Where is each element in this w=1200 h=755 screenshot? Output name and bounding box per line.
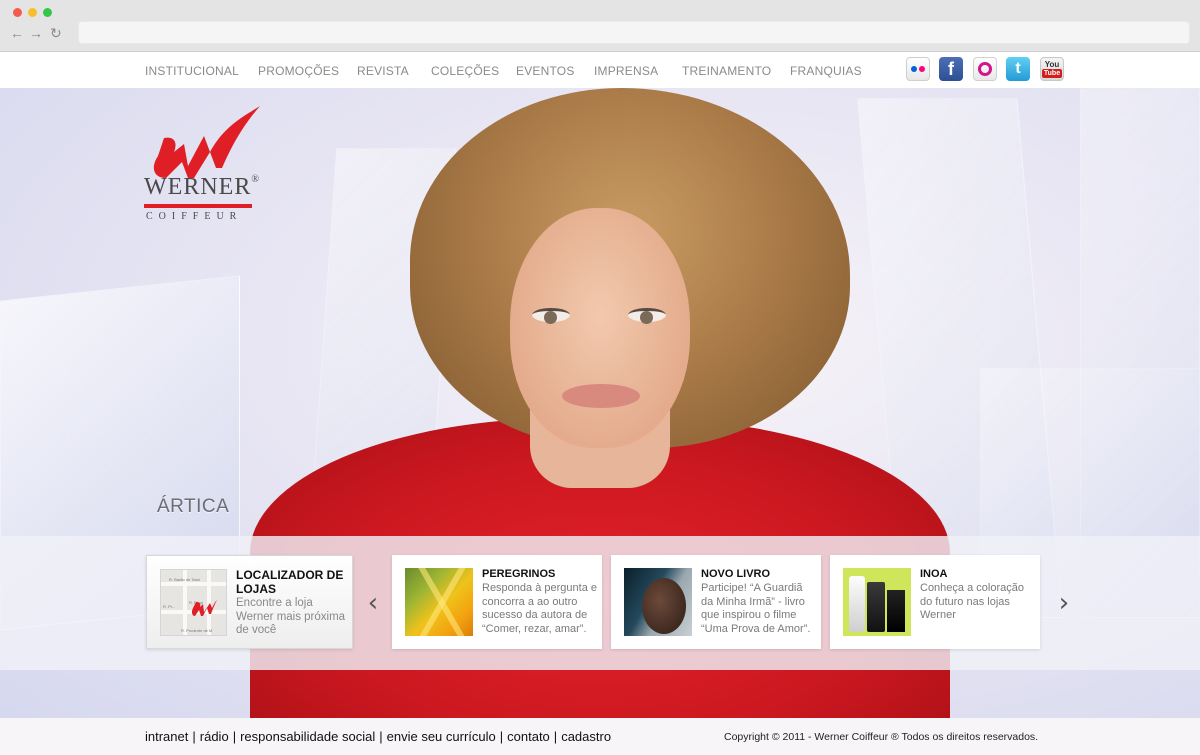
nav-item-eventos[interactable]: EVENTOS — [516, 64, 575, 78]
nav-item-imprensa[interactable]: IMPRENSA — [594, 64, 658, 78]
youtube-icon[interactable]: You Tube — [1040, 57, 1064, 81]
nav-item-franquias[interactable]: FRANQUIAS — [790, 64, 862, 78]
store-locator-card[interactable]: R. Barão de Tatuí R. Piauí R. Pr... R. P… — [146, 555, 353, 649]
registered-mark: ® — [251, 174, 260, 185]
close-window-icon[interactable] — [13, 8, 22, 17]
card-text: Participe! “A Guardiã da Minha Irmã” - l… — [701, 582, 811, 635]
inoa-product-thumbnail — [843, 568, 911, 636]
footer-separator: | — [499, 729, 504, 744]
footer-separator: | — [553, 729, 558, 744]
nav-item-revista[interactable]: REVISTA — [357, 64, 409, 78]
lips — [562, 384, 640, 408]
map-label: R. Prudente de M — [181, 628, 213, 633]
footer-separator: | — [379, 729, 383, 744]
footer-separator: | — [192, 729, 196, 744]
footer-link-cadastro[interactable]: cadastro — [561, 729, 611, 744]
promo-card-novo-livro[interactable]: NOVO LIVRO Participe! “A Guardiã da Minh… — [611, 555, 821, 649]
store-locator-text: Encontre a loja Werner mais próxima de v… — [236, 597, 346, 636]
thumbnail-decoration — [642, 578, 686, 634]
footer-separator: | — [232, 729, 237, 744]
nav-item-treinamento[interactable]: TREINAMENTO — [682, 64, 771, 78]
product-bottle — [867, 582, 885, 632]
card-title: PEREGRINOS — [482, 568, 556, 580]
footer-link-curriculo[interactable]: envie seu currículo — [387, 729, 496, 744]
store-locator-title: LOCALIZADOR DE LOJAS — [236, 568, 344, 596]
reload-icon[interactable]: ↻ — [50, 24, 62, 42]
card-text: Responda à pergunta e concorra a ao outr… — [482, 582, 597, 635]
card-title: NOVO LIVRO — [701, 568, 771, 580]
orkut-icon[interactable] — [973, 57, 997, 81]
right-eye — [628, 308, 666, 324]
left-eye — [532, 308, 570, 324]
nav-item-institucional[interactable]: INSTITUCIONAL — [145, 64, 239, 78]
map-label: R. Pr... — [163, 604, 176, 609]
map-label: R. Barão de Tatuí — [169, 577, 201, 582]
sunflower-thumbnail — [405, 568, 473, 636]
promo-card-peregrinos[interactable]: PEREGRINOS Responda à pergunta e concorr… — [392, 555, 602, 649]
facebook-icon[interactable]: f — [939, 57, 963, 81]
forward-arrow-icon[interactable]: → — [29, 24, 43, 42]
youtube-icon-bottom: Tube — [1041, 69, 1063, 78]
nav-item-colecoes[interactable]: COLEÇÕES — [431, 64, 499, 78]
map-thumbnail: R. Barão de Tatuí R. Piauí R. Pr... R. P… — [160, 569, 227, 636]
map-street — [161, 582, 226, 586]
footer-link-responsabilidade-social[interactable]: responsabilidade social — [240, 729, 375, 744]
nav-item-promocoes[interactable]: PROMOÇÕES — [258, 64, 339, 78]
card-title: INOA — [920, 568, 948, 580]
brand-subtitle: COIFFEUR — [146, 211, 243, 222]
werner-logo-icon[interactable] — [144, 106, 264, 226]
product-bottle — [849, 576, 865, 632]
promo-card-inoa[interactable]: INOA Conheça a coloração do futuro nas l… — [830, 555, 1040, 649]
footer: intranet | rádio | responsabilidade social | e… — [0, 718, 1200, 755]
flickr-icon[interactable] — [906, 57, 930, 81]
main-navigation: INSTITUCIONAL PROMOÇÕES REVISTA COLEÇÕES… — [0, 52, 1200, 88]
carousel-prev-button[interactable]: ‹ — [365, 590, 381, 616]
footer-link-radio[interactable]: rádio — [200, 729, 229, 744]
copyright-notice: Copyright © 2011 - Werner Coiffeur ® Tod… — [724, 731, 1039, 743]
book-thumbnail — [624, 568, 692, 636]
twitter-icon[interactable]: t — [1006, 57, 1030, 81]
collection-title: ÁRTICA — [157, 496, 230, 517]
brand-name-text: WERNER — [144, 174, 252, 200]
card-text: Conheça a coloração do futuro nas lojas … — [920, 582, 1024, 621]
back-arrow-icon[interactable]: ← — [10, 24, 24, 42]
carousel-next-button[interactable]: › — [1056, 590, 1072, 616]
brand-name[interactable]: WERNER® — [144, 174, 260, 201]
footer-link-intranet[interactable]: intranet — [145, 729, 188, 744]
product-box — [887, 590, 905, 632]
youtube-icon-top: You — [1044, 60, 1060, 69]
minimize-window-icon[interactable] — [28, 8, 37, 17]
browser-chrome: ← → ↻ — [0, 0, 1200, 52]
brand-underline — [144, 204, 252, 208]
address-bar[interactable] — [78, 21, 1190, 44]
footer-links: intranet | rádio | responsabilidade social | e… — [145, 729, 611, 744]
footer-link-contato[interactable]: contato — [507, 729, 550, 744]
map-marker-icon — [191, 600, 217, 616]
maximize-window-icon[interactable] — [43, 8, 52, 17]
model-face — [510, 208, 690, 448]
